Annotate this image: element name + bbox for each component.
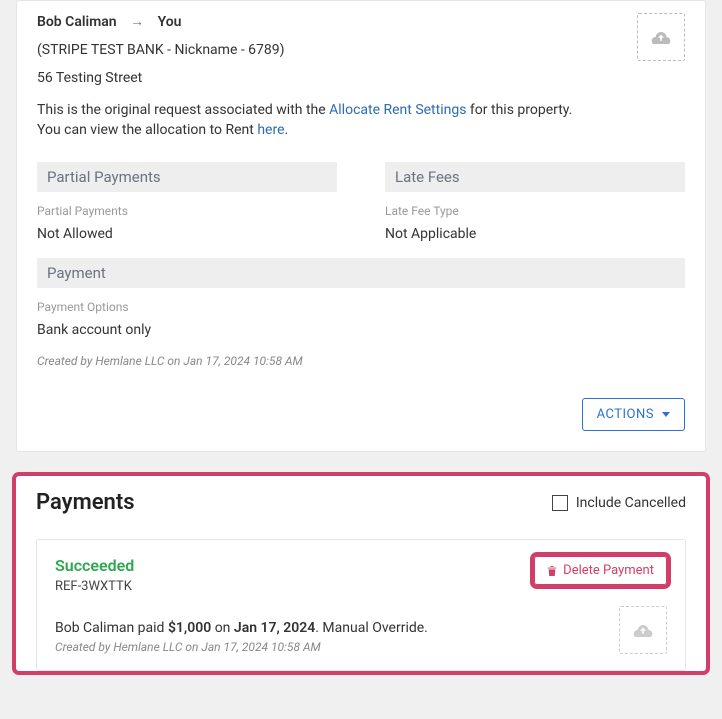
created-by-text: Created by Hemlane LLC on Jan 17, 2024 1…: [37, 354, 685, 368]
cloud-upload-icon: [651, 30, 671, 44]
payment-amount: $1,000: [168, 620, 211, 636]
actions-label: ACTIONS: [597, 407, 654, 422]
here-link[interactable]: here: [257, 122, 284, 138]
include-cancelled-checkbox[interactable]: [552, 495, 568, 511]
note-line-2: You can view the allocation to Rent here…: [37, 122, 637, 138]
partial-payments-label: Partial Payments: [37, 204, 337, 218]
cloud-upload-icon: [633, 623, 653, 637]
payment-created-by: Created by Hemlane LLC on Jan 17, 2024 1…: [55, 640, 428, 654]
delete-payment-button[interactable]: Delete Payment: [534, 556, 667, 585]
actions-button[interactable]: ACTIONS: [582, 398, 685, 431]
late-fee-type-label: Late Fee Type: [385, 204, 685, 218]
allocate-rent-settings-link[interactable]: Allocate Rent Settings: [329, 102, 466, 118]
payment-heading: Payment: [37, 258, 685, 288]
payments-card: Payments Include Cancelled Succeeded REF…: [16, 476, 706, 671]
payment-date: Jan 17, 2024: [234, 620, 315, 636]
include-cancelled-label: Include Cancelled: [576, 495, 686, 511]
note-line-1: This is the original request associated …: [37, 102, 637, 118]
address: 56 Testing Street: [37, 70, 637, 86]
payment-ref: REF-3WXTTK: [55, 579, 134, 594]
partial-payments-heading: Partial Payments: [37, 162, 337, 192]
payment-upload-box[interactable]: [619, 606, 667, 654]
payment-status: Succeeded: [55, 556, 134, 575]
delete-payment-label: Delete Payment: [563, 563, 654, 578]
late-fee-type-value: Not Applicable: [385, 226, 685, 242]
payment-item: Succeeded REF-3WXTTK Delete Payment Bob …: [36, 539, 686, 671]
bank-info: (STRIPE TEST BANK - Nickname - 6789): [37, 42, 637, 58]
rent-request-card: Bob Caliman → You (STRIPE TEST BANK - Ni…: [16, 0, 706, 452]
delete-payment-highlight: Delete Payment: [534, 556, 667, 585]
chevron-down-icon: [662, 412, 670, 417]
include-cancelled-toggle[interactable]: Include Cancelled: [552, 495, 686, 511]
upload-attachment-box[interactable]: [637, 13, 685, 61]
late-fees-heading: Late Fees: [385, 162, 685, 192]
trash-icon: [547, 565, 557, 577]
partial-payments-value: Not Allowed: [37, 226, 337, 242]
arrow-icon: →: [130, 14, 144, 30]
payment-description: Bob Caliman paid $1,000 on Jan 17, 2024.…: [55, 620, 428, 636]
from-name: Bob Caliman: [37, 14, 117, 30]
payments-title: Payments: [36, 490, 135, 515]
payment-options-label: Payment Options: [37, 300, 685, 314]
from-to-line: Bob Caliman → You: [37, 13, 637, 30]
to-name: You: [158, 14, 182, 30]
payment-options-value: Bank account only: [37, 322, 685, 338]
